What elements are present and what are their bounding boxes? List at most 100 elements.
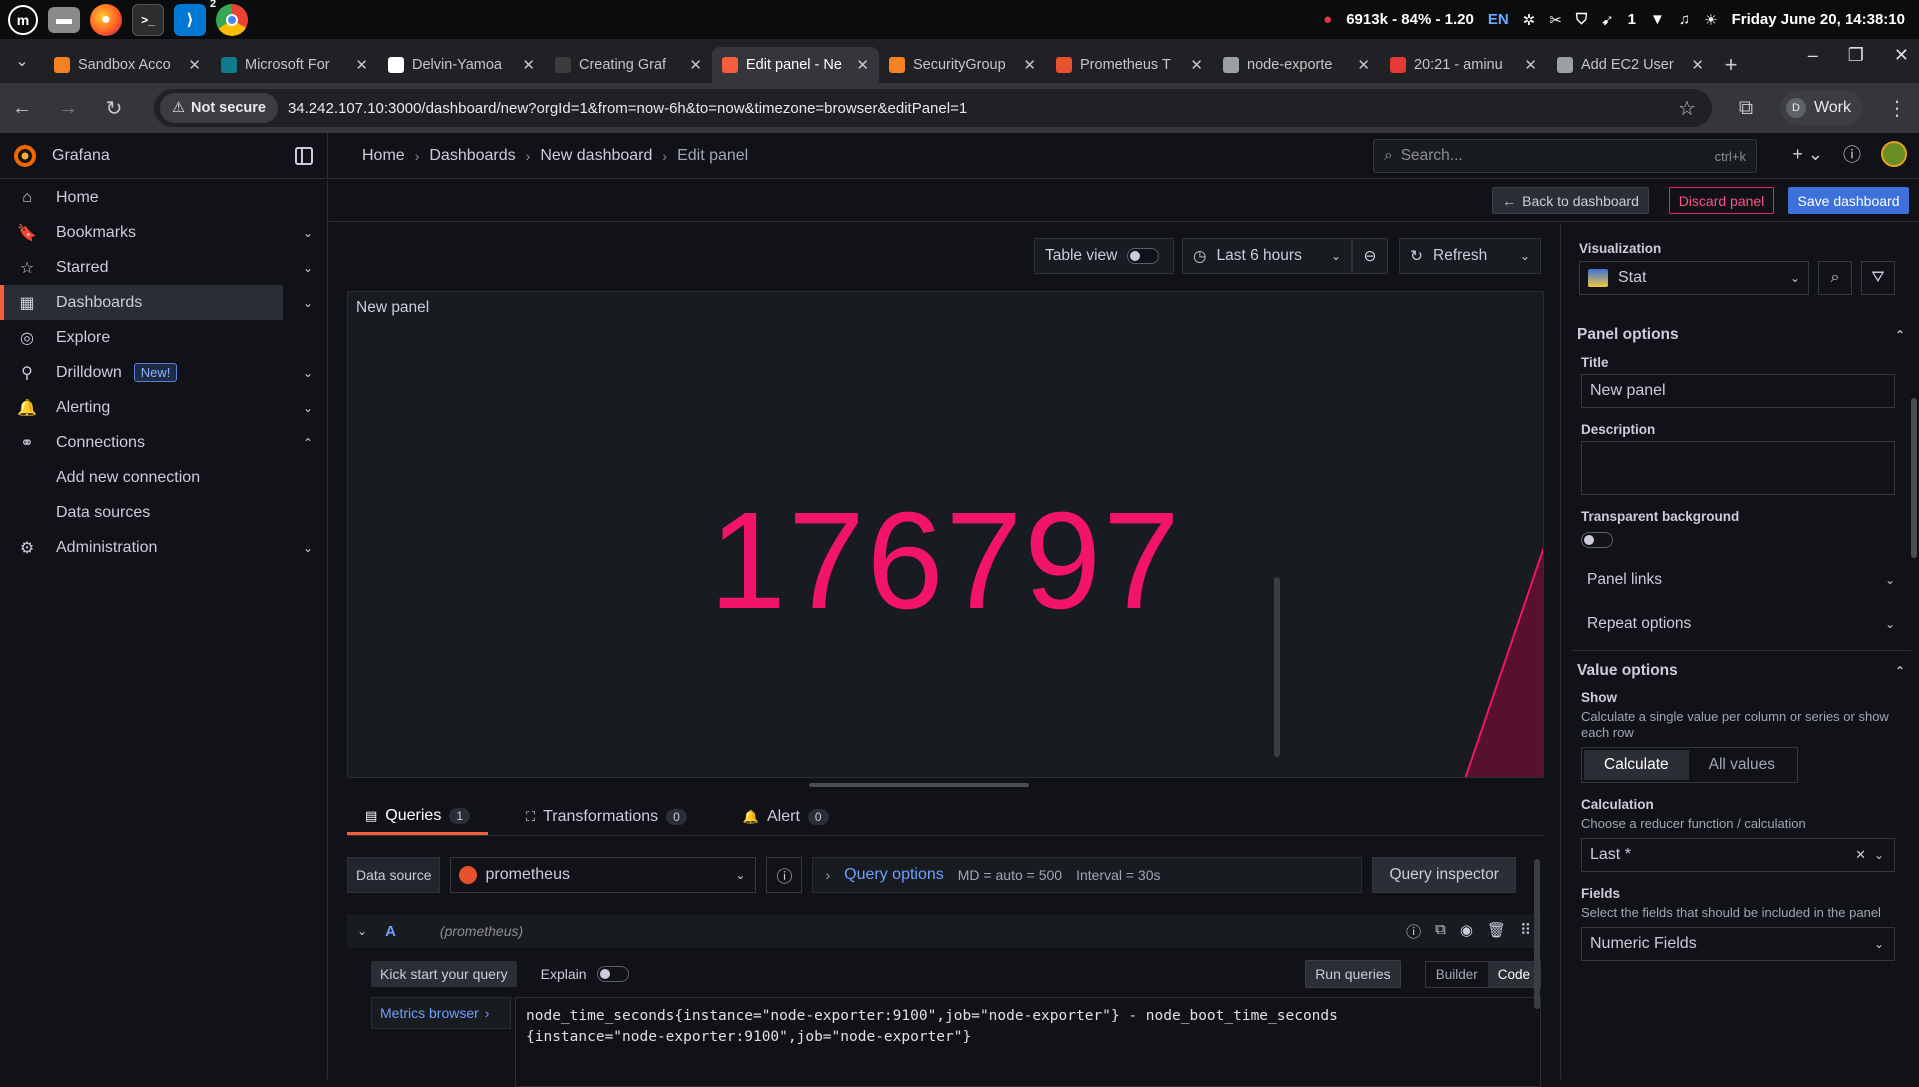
discard-panel-button[interactable]: Discard panel [1669,187,1774,214]
help-icon[interactable]: ⓘ [1843,141,1861,167]
browser-menu-icon[interactable]: ⋮ [1885,96,1909,121]
datasource-help-icon[interactable]: ⓘ [766,857,803,893]
refresh-button[interactable]: ↻ Refresh ⌄ [1399,238,1541,274]
clear-icon[interactable]: ✕ [1855,847,1866,863]
breadcrumb-new-dashboard[interactable]: New dashboard [540,147,652,165]
stat-panel[interactable]: New panel 176797 [347,291,1544,778]
table-view-toggle[interactable]: Table view [1034,238,1174,274]
chevron-down-icon[interactable]: ⌄ [303,366,313,380]
trash-icon[interactable]: 🗑 [1487,921,1506,942]
datasource-select[interactable]: prometheus ⌄ [450,857,757,893]
chevron-down-icon[interactable]: ⌄ [303,541,313,555]
vscode-app-icon[interactable]: ⟩ [174,3,206,36]
description-input[interactable] [1581,441,1895,495]
grafana-logo-icon[interactable] [12,143,38,169]
wifi-icon[interactable]: ▼ [1650,11,1665,28]
query-ref-id[interactable]: A [385,923,396,940]
builder-mode-button[interactable]: Builder [1426,962,1488,987]
options-search-icon[interactable]: ⌕ [1818,261,1852,295]
chevron-down-icon[interactable]: ⌄ [303,296,313,310]
value-options-header[interactable]: Value options ⌃ [1571,650,1911,690]
options-filter-icon[interactable]: ⛛ [1861,261,1895,295]
close-window-icon[interactable]: ✕ [1894,45,1909,66]
search-input[interactable]: ⌕ Search... ctrl+k [1373,139,1757,173]
transparent-switch[interactable] [1581,532,1613,548]
refresh-interval-chevron-icon[interactable]: ⌄ [1520,249,1530,263]
tab-close-icon[interactable]: ✕ [1190,56,1203,74]
breadcrumb-home[interactable]: Home [362,147,405,165]
kick-start-button[interactable]: Kick start your query [371,961,517,987]
url-text[interactable]: 34.242.107.10:3000/dashboard/new?orgId=1… [288,100,1668,117]
browser-tab[interactable]: 20:21 - aminu ✕ [1380,47,1547,83]
query-options-label[interactable]: Query options [844,866,944,884]
tab-queries[interactable]: ▤ Queries 1 [347,799,489,835]
slack-icon[interactable]: ✲ [1523,11,1536,29]
time-range-picker[interactable]: ◷ Last 6 hours ⌄ [1182,238,1352,274]
minimize-icon[interactable]: – [1808,45,1818,66]
sidebar-item-alerting[interactable]: 🔔 Alerting ⌄ [0,390,313,425]
browser-tab[interactable]: Add EC2 User ✕ [1547,47,1714,83]
help-icon[interactable]: ⓘ [1406,921,1421,942]
address-bar[interactable]: ⚠ Not secure 34.242.107.10:3000/dashboard… [154,89,1712,127]
language-indicator[interactable]: EN [1488,11,1509,28]
metrics-browser-button[interactable]: Metrics browser › [371,997,511,1029]
bookmark-star-icon[interactable]: ☆ [1678,96,1696,121]
run-queries-button[interactable]: Run queries [1305,960,1401,988]
new-tab-button[interactable]: + [1714,47,1748,83]
show-all-values-option[interactable]: All values [1689,750,1795,780]
chevron-down-icon[interactable]: ⌄ [303,261,313,275]
browser-tab[interactable]: Microsoft For ✕ [211,47,378,83]
sidebar-item-administration[interactable]: ⚙ Administration ⌄ [0,530,313,565]
title-input[interactable]: New panel [1581,374,1895,408]
back-to-dashboard-button[interactable]: ← Back to dashboard [1492,187,1649,214]
duplicate-icon[interactable]: ⧉ [1435,921,1446,942]
tab-close-icon[interactable]: ✕ [1023,56,1036,74]
browser-tab[interactable]: node-exporte ✕ [1213,47,1380,83]
user-avatar[interactable] [1881,141,1907,167]
dock-menu-icon[interactable] [295,146,313,165]
add-menu-icon[interactable]: + ⌄ [1792,144,1823,165]
browser-tab[interactable]: Sandbox Acco ✕ [44,47,211,83]
sidebar-item-drilldown[interactable]: ⚲ Drilldown New! ⌄ [0,355,313,390]
chevron-down-icon[interactable]: ⌄ [303,401,313,415]
panel-links-section[interactable]: Panel links ⌄ [1571,558,1911,602]
files-app-icon[interactable]: ▬ [48,6,80,33]
sidebar-item-connections[interactable]: ⚭ Connections ⌃ [0,425,313,460]
sidebar-item-home[interactable]: ⌂ Home [0,180,283,215]
sidebar-item-dashboards[interactable]: ▦ Dashboards ⌄ [0,285,313,320]
show-calculate-option[interactable]: Calculate [1584,750,1689,780]
tab-close-icon[interactable]: ✕ [689,56,702,74]
query-inspector-button[interactable]: Query inspector [1372,857,1516,893]
sidebar-item-bookmarks[interactable]: 🔖 Bookmarks ⌄ [0,215,313,250]
sidebar-item-explore[interactable]: ◎ Explore [0,320,283,355]
reload-icon[interactable]: ↻ [102,96,126,121]
browser-tab[interactable]: Creating Graf ✕ [545,47,712,83]
explain-toggle[interactable]: Explain [541,966,629,982]
panel-options-header[interactable]: Panel options ⌃ [1571,315,1911,355]
tab-close-icon[interactable]: ✕ [856,56,869,74]
panel-resize-handle[interactable] [809,783,1029,787]
brightness-icon[interactable]: ☀ [1704,11,1717,29]
calculation-select[interactable]: Last * ✕ ⌄ [1581,838,1895,872]
forward-icon[interactable]: → [56,97,80,120]
firefox-app-icon[interactable]: ● [90,3,122,36]
profile-button[interactable]: D Work [1779,91,1863,125]
query-options[interactable]: › Query options MD = auto = 500 Interval… [812,857,1363,893]
breadcrumb-dashboards[interactable]: Dashboards [429,147,515,165]
clock[interactable]: Friday June 20, 14:38:10 [1732,11,1905,28]
splitter-handle[interactable] [1274,577,1280,757]
sidebar-item-starred[interactable]: ☆ Starred ⌄ [0,250,313,285]
tools-icon[interactable]: ✂ [1549,11,1562,29]
visualization-picker[interactable]: Stat ⌄ [1579,261,1809,295]
repeat-options-section[interactable]: Repeat options ⌄ [1571,602,1911,646]
music-icon[interactable]: ♫ [1679,11,1690,28]
browser-tab[interactable]: Delvin-Yamoa ✕ [378,47,545,83]
back-icon[interactable]: ← [10,97,34,120]
table-view-switch[interactable] [1127,248,1160,264]
promql-expression[interactable]: node_time_seconds{instance="node-exporte… [515,997,1541,1087]
maximize-icon[interactable]: ❐ [1848,45,1864,66]
browser-tab[interactable]: Edit panel - Ne ✕ [712,47,879,83]
tab-close-icon[interactable]: ✕ [1524,56,1537,74]
tab-close-icon[interactable]: ✕ [355,56,368,74]
chrome-app-icon[interactable]: 2 [210,0,248,36]
